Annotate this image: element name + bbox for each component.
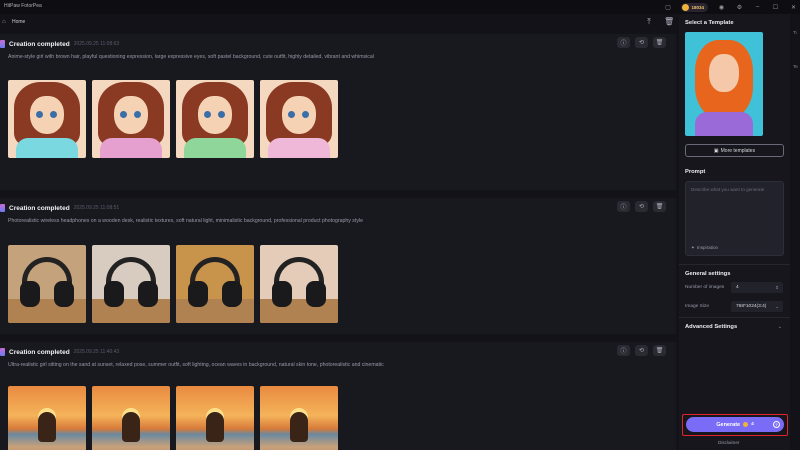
card-title: Creation completed [9, 204, 70, 212]
prompt-placeholder: Describe what you want to generate [691, 187, 765, 192]
creation-icon [0, 204, 5, 212]
credits-badge[interactable]: 18034 [681, 2, 708, 12]
delete-button[interactable]: 🗑 [653, 345, 666, 356]
card-header: Creation completed 2025.09.25 11:40:43 [0, 347, 119, 357]
side-panel-edge [790, 14, 800, 450]
card-time: 2025.09.25 11:08:51 [73, 205, 120, 211]
generated-image[interactable] [92, 245, 170, 323]
info-button[interactable]: ⓘ [617, 201, 630, 212]
generated-image[interactable] [8, 245, 86, 323]
image-grid [8, 386, 338, 450]
stepper-icon: ⇕ [775, 284, 779, 290]
number-of-images-label: Number of images [685, 285, 725, 290]
chevron-down-icon[interactable]: ⌄ [778, 324, 782, 330]
creations-feed: Creation completed 2025.09.25 11:08:63 ⓘ… [0, 30, 676, 450]
card-title: Creation completed [9, 348, 70, 356]
card-header: Creation completed 2025.09.25 11:08:51 [0, 203, 119, 213]
side-panel-label: Te [793, 64, 798, 69]
info-button[interactable]: ⓘ [617, 345, 630, 356]
advanced-settings-toggle[interactable]: Advanced Settings [685, 324, 737, 330]
generated-image[interactable] [8, 386, 86, 450]
generate-highlight: Generate 4 ? [682, 414, 788, 436]
regenerate-button[interactable]: ⟲ [635, 37, 648, 48]
info-button[interactable]: ⓘ [617, 37, 630, 48]
generated-image[interactable] [92, 386, 170, 450]
creation-card: Creation completed 2025.09.25 11:08:51 ⓘ… [0, 198, 676, 334]
generated-image[interactable] [260, 245, 338, 323]
more-templates-button[interactable]: ▣ More templates [685, 144, 784, 157]
regenerate-button[interactable]: ⟲ [635, 345, 648, 356]
template-preview[interactable] [685, 32, 763, 136]
coin-icon [682, 3, 690, 11]
chevron-down-icon: ⌄ [775, 303, 779, 309]
more-templates-label: More templates [720, 147, 756, 154]
generate-cost: 4 [751, 422, 754, 427]
card-title: Creation completed [9, 40, 70, 48]
inspiration-label: Inspiration [696, 245, 719, 250]
card-actions: ⓘ ⟲ 🗑 [617, 201, 666, 212]
side-panel-label: Ti [793, 30, 797, 35]
bulb-icon: ✦ [691, 245, 695, 250]
image-size-select[interactable]: 768*1024(3:4) ⌄ [731, 301, 783, 312]
trash-icon[interactable]: 🗑 [664, 16, 674, 27]
generated-image[interactable] [260, 386, 338, 450]
generated-image[interactable] [260, 80, 338, 158]
generation-sidebar: Select a Template ▣ More templates Promp… [679, 14, 790, 450]
generated-image[interactable] [176, 80, 254, 158]
creation-icon [0, 348, 5, 356]
prompt-title: Prompt [685, 169, 706, 175]
card-prompt: Anime-style girl with brown hair, playfu… [8, 54, 374, 60]
help-icon[interactable]: ? [773, 421, 780, 428]
upload-icon[interactable]: ⤒ [644, 16, 654, 27]
image-size-label: Image Size [685, 304, 709, 309]
card-actions: ⓘ ⟲ 🗑 [617, 37, 666, 48]
generate-label: Generate [716, 421, 741, 428]
inspiration-button[interactable]: ✦ Inspiration [691, 245, 718, 251]
number-of-images-select[interactable]: 4 ⇕ [731, 282, 783, 293]
number-of-images-value: 4 [736, 285, 739, 290]
image-grid [8, 245, 338, 323]
generated-image[interactable] [8, 80, 86, 158]
card-prompt: Ultra-realistic girl sitting on the sand… [8, 362, 384, 368]
breadcrumb: ⌂ Home [0, 14, 676, 30]
minimize-icon[interactable]: – [753, 3, 762, 12]
card-time: 2025.09.25 11:40:43 [73, 349, 120, 355]
prompt-input[interactable]: Describe what you want to generate ✦ Ins… [685, 181, 784, 256]
app-title: HitPaw FotorPea [4, 3, 42, 9]
title-bar-controls: ▢ 18034 ◉ ⚙ – ☐ ✕ [663, 0, 798, 14]
coin-icon [743, 422, 749, 427]
card-prompt: Photorealistic wireless headphones on a … [8, 218, 363, 224]
chat-icon[interactable]: ▢ [663, 3, 672, 12]
image-grid [8, 80, 338, 158]
delete-button[interactable]: 🗑 [653, 37, 666, 48]
delete-button[interactable]: 🗑 [653, 201, 666, 212]
card-header: Creation completed 2025.09.25 11:08:63 [0, 39, 119, 49]
regenerate-button[interactable]: ⟲ [635, 201, 648, 212]
select-template-title: Select a Template [685, 20, 734, 26]
creation-icon [0, 40, 5, 48]
breadcrumb-home[interactable]: Home [12, 19, 25, 25]
general-settings-title: General settings [685, 271, 731, 277]
generate-button[interactable]: Generate 4 ? [686, 417, 784, 432]
divider [679, 264, 790, 265]
close-icon[interactable]: ✕ [789, 3, 798, 12]
card-time: 2025.09.25 11:08:63 [73, 41, 120, 47]
divider [679, 317, 790, 318]
creation-card: Creation completed 2025.09.25 11:40:43 ⓘ… [0, 342, 676, 450]
crown-icon[interactable]: ◉ [717, 3, 726, 12]
title-bar: HitPaw FotorPea ▢ 18034 ◉ ⚙ – ☐ ✕ [0, 0, 800, 14]
maximize-icon[interactable]: ☐ [771, 3, 780, 12]
settings-icon[interactable]: ⚙ [735, 3, 744, 12]
home-icon[interactable]: ⌂ [2, 19, 9, 26]
credits-count: 18034 [691, 4, 704, 10]
image-size-value: 768*1024(3:4) [736, 304, 767, 309]
disclaimer-link[interactable]: Disclaimer [718, 440, 739, 445]
generated-image[interactable] [92, 80, 170, 158]
template-icon: ▣ [713, 147, 719, 154]
generated-image[interactable] [176, 386, 254, 450]
feed-tools: ⤒ 🗑 [644, 16, 674, 27]
generated-image[interactable] [176, 245, 254, 323]
creation-card: Creation completed 2025.09.25 11:08:63 ⓘ… [0, 34, 676, 190]
card-actions: ⓘ ⟲ 🗑 [617, 345, 666, 356]
